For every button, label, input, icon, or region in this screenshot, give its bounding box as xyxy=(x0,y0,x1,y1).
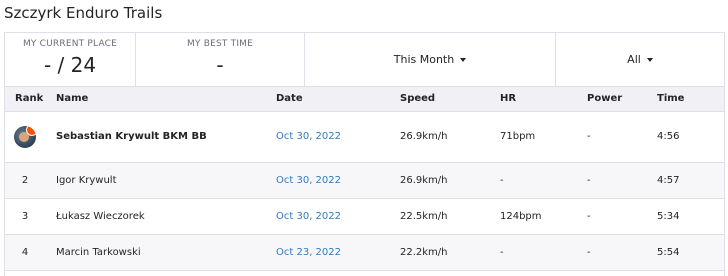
athlete-name-link[interactable]: Igor Krywult xyxy=(45,162,276,198)
table-row[interactable]: 4 Marcin Tarkowski Oct 23, 2022 22.2km/h… xyxy=(5,234,724,270)
hr-cell: 71bpm xyxy=(500,131,536,142)
power-cell: - xyxy=(587,246,591,258)
speed-cell: 22.5km/h xyxy=(400,210,448,222)
date-header[interactable]: Date xyxy=(276,87,400,112)
best-time-value: - xyxy=(216,53,224,77)
period-filter-label: This Month xyxy=(393,53,455,66)
current-place-label: MY CURRENT PLACE xyxy=(22,39,118,49)
best-time-stat: MY BEST TIME - xyxy=(136,33,305,86)
time-header[interactable]: Time xyxy=(657,87,724,112)
power-cell: - xyxy=(587,174,591,186)
rank-header[interactable]: Rank xyxy=(5,87,45,112)
athlete-name-link[interactable]: Sebastian Krywult BKM BB xyxy=(45,111,276,162)
hr-cell: - xyxy=(500,246,504,258)
activity-date-link[interactable]: Oct 30, 2022 xyxy=(276,175,341,186)
current-place-value: - / 24 xyxy=(43,53,97,77)
speed-cell: 26.9km/h xyxy=(400,174,448,186)
hr-header[interactable]: HR xyxy=(500,87,587,112)
current-place-stat: MY CURRENT PLACE - / 24 xyxy=(5,33,136,86)
gender-filter-label: All xyxy=(627,53,641,66)
power-cell: - xyxy=(587,131,591,142)
name-header[interactable]: Name xyxy=(45,87,276,112)
rank-cell: 4 xyxy=(21,246,29,258)
stats-row: MY CURRENT PLACE - / 24 MY BEST TIME - T… xyxy=(5,33,724,87)
leaderboard-panel: MY CURRENT PLACE - / 24 MY BEST TIME - T… xyxy=(4,32,725,276)
table-row[interactable]: Sebastian Krywult BKM BB Oct 30, 2022 26… xyxy=(5,111,724,162)
date-cell: Oct 23, 2022 xyxy=(276,234,400,270)
power-cell: - xyxy=(587,210,591,222)
leaderboard-table: Rank Name Date Speed HR Power Time Sebas… xyxy=(5,87,724,271)
speed-cell: 22.2km/h xyxy=(400,246,448,258)
rank-cell xyxy=(5,111,45,162)
table-header-row: Rank Name Date Speed HR Power Time xyxy=(5,87,724,112)
athlete-name-link[interactable]: Łukasz Wieczorek xyxy=(45,198,276,234)
speed-header[interactable]: Speed xyxy=(400,87,500,112)
date-cell: Oct 30, 2022 xyxy=(276,111,400,162)
best-time-label: MY BEST TIME xyxy=(186,39,254,49)
date-cell: Oct 30, 2022 xyxy=(276,162,400,198)
table-row[interactable]: 3 Łukasz Wieczorek Oct 30, 2022 22.5km/h… xyxy=(5,198,724,234)
time-cell: 4:57 xyxy=(657,174,680,186)
athlete-name-link[interactable]: Marcin Tarkowski xyxy=(45,234,276,270)
badge-icon xyxy=(26,125,36,136)
hr-cell: - xyxy=(500,174,504,186)
date-cell: Oct 30, 2022 xyxy=(276,198,400,234)
rank-cell: 3 xyxy=(21,210,29,222)
hr-cell: 124bpm xyxy=(500,210,542,222)
activity-date-link[interactable]: Oct 30, 2022 xyxy=(276,131,341,142)
table-row[interactable]: 2 Igor Krywult Oct 30, 2022 26.9km/h - -… xyxy=(5,162,724,198)
speed-cell: 26.9km/h xyxy=(400,131,448,142)
caret-down-icon xyxy=(646,58,653,62)
caret-down-icon xyxy=(460,58,467,62)
time-cell: 4:56 xyxy=(657,131,680,142)
time-cell: 5:54 xyxy=(657,246,680,258)
segment-title: Szczyrk Enduro Trails xyxy=(4,4,163,22)
avatar[interactable] xyxy=(14,125,36,148)
activity-date-link[interactable]: Oct 30, 2022 xyxy=(276,211,341,222)
time-cell: 5:34 xyxy=(657,210,680,222)
rank-cell: 2 xyxy=(21,174,29,186)
power-header[interactable]: Power xyxy=(587,87,657,112)
period-filter-dropdown[interactable]: This Month xyxy=(305,33,556,86)
activity-date-link[interactable]: Oct 23, 2022 xyxy=(276,247,341,258)
gender-filter-dropdown[interactable]: All xyxy=(556,33,724,86)
